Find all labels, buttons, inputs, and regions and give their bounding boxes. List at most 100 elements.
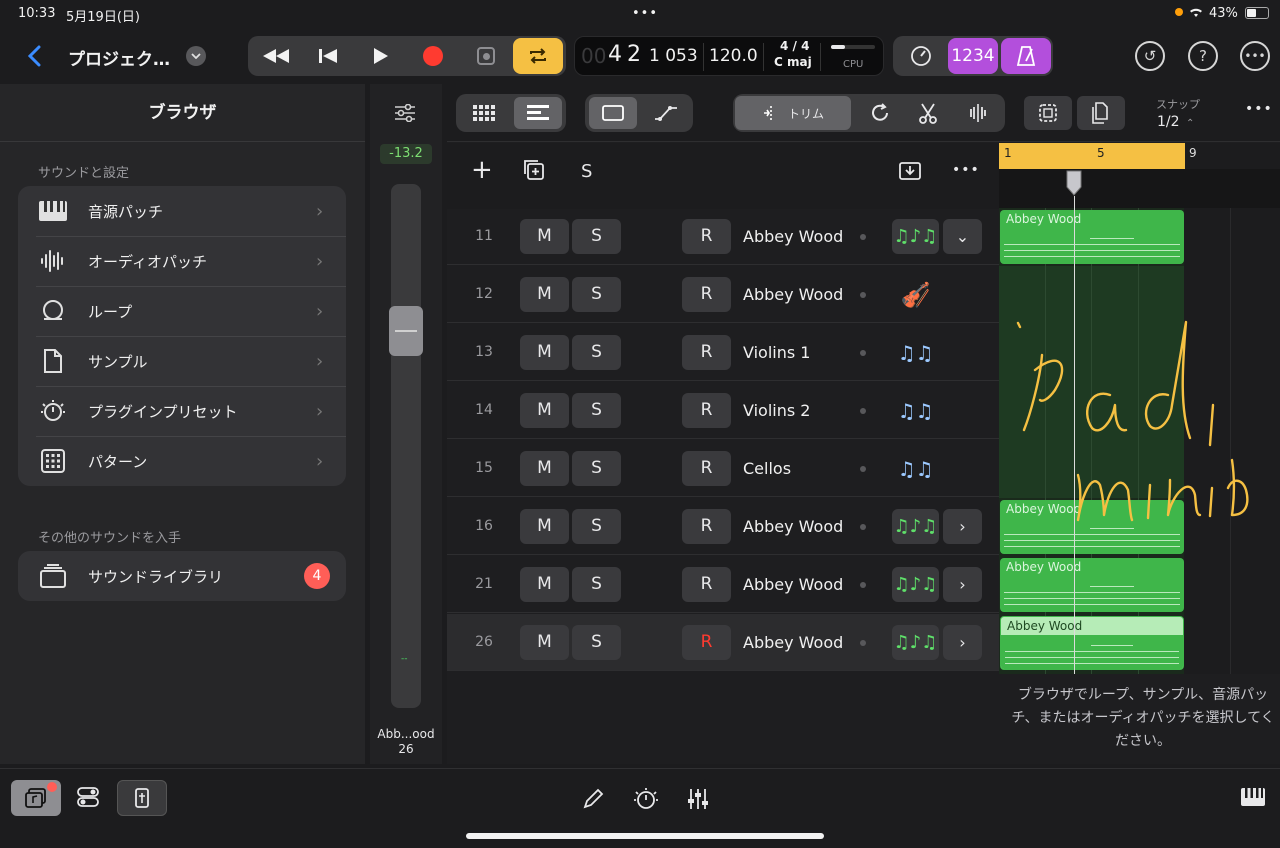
track-row[interactable]: 21 M S R Abbey Wood ♫♪♫ › xyxy=(447,556,999,613)
record-enable-button[interactable]: R xyxy=(682,567,731,602)
browser-item-plugin-presets[interactable]: プラグインプリセット › xyxy=(18,386,346,436)
browser-toggle-button[interactable] xyxy=(11,780,61,816)
multitask-dots[interactable]: ••• xyxy=(632,6,658,21)
mixer-settings-icon[interactable] xyxy=(394,103,416,126)
browser-item-samples[interactable]: サンプル › xyxy=(18,336,346,386)
tracks-view-icon[interactable] xyxy=(514,97,562,129)
midi-region-selected[interactable]: Abbey Wood xyxy=(1000,616,1184,670)
record-icon[interactable] xyxy=(413,40,453,72)
cycle-region[interactable] xyxy=(999,143,1185,169)
chevron-right-icon[interactable]: › xyxy=(943,567,982,602)
solo-button[interactable]: S xyxy=(572,509,621,544)
editor-panel-icon[interactable] xyxy=(589,97,637,129)
track-options-icon[interactable]: ••• xyxy=(952,162,980,178)
grid-view-icon[interactable] xyxy=(460,97,508,129)
copy-paste-icon[interactable] xyxy=(1077,96,1125,130)
browser-item-audio-patch[interactable]: オーディオパッチ › xyxy=(18,236,346,286)
record-enable-button[interactable]: R xyxy=(682,335,731,370)
violins-icon[interactable]: ♫♫ xyxy=(892,335,939,370)
solo-button[interactable]: S xyxy=(572,335,621,370)
violin-ensemble-icon[interactable]: ♫♪♫ xyxy=(892,625,939,660)
track-row[interactable]: 12 M S R Abbey Wood 🎻 xyxy=(447,266,999,323)
mixer-icon[interactable] xyxy=(686,787,710,815)
smart-controls-toggle-icon[interactable] xyxy=(76,786,100,812)
chevron-right-icon[interactable]: › xyxy=(943,509,982,544)
mute-button[interactable]: M xyxy=(520,277,569,312)
track-name[interactable]: Violins 1 xyxy=(743,324,810,381)
solo-button[interactable]: S xyxy=(572,567,621,602)
snap-value-select[interactable]: 1/2 ⌃ xyxy=(1157,114,1194,130)
track-name[interactable]: Violins 2 xyxy=(743,382,810,439)
record-enable-button[interactable]: R xyxy=(682,625,731,660)
track-name[interactable]: Abbey Wood xyxy=(743,498,843,555)
track-name[interactable]: Cellos xyxy=(743,440,791,497)
record-enable-button[interactable]: R xyxy=(682,393,731,428)
solo-button[interactable]: S xyxy=(572,451,621,486)
midi-region[interactable]: Abbey Wood xyxy=(1000,210,1184,264)
chevron-down-icon[interactable]: ⌄ xyxy=(943,219,982,254)
import-icon[interactable] xyxy=(899,160,921,184)
record-enable-button[interactable]: R xyxy=(682,509,731,544)
trim-tool-button[interactable]: トリム xyxy=(735,96,851,130)
record-enable-button[interactable]: R xyxy=(682,451,731,486)
volume-fader-knob[interactable] xyxy=(389,306,423,356)
record-enable-button[interactable]: R xyxy=(682,277,731,312)
track-name[interactable]: Abbey Wood xyxy=(743,556,843,613)
metronome-button[interactable] xyxy=(1001,38,1051,74)
rewind-icon[interactable] xyxy=(256,40,296,72)
record-enable-button[interactable]: R xyxy=(682,219,731,254)
sound-library-item[interactable]: サウンドライブラリ 4 xyxy=(18,551,346,601)
more-icon[interactable]: ••• xyxy=(1245,101,1273,117)
duplicate-track-icon[interactable] xyxy=(523,159,545,185)
count-in-button[interactable]: 1234 xyxy=(948,38,998,74)
track-name[interactable]: Abbey Wood xyxy=(743,266,843,323)
automation-icon[interactable] xyxy=(643,97,689,129)
project-menu-chevron-icon[interactable] xyxy=(186,46,206,66)
mute-button[interactable]: M xyxy=(520,567,569,602)
violin-ensemble-icon[interactable]: ♫♪♫ xyxy=(892,219,939,254)
violins-icon[interactable]: ♫♫ xyxy=(892,393,939,428)
solo-button[interactable]: S xyxy=(572,393,621,428)
keyboard-icon[interactable] xyxy=(1240,787,1266,811)
playhead-handle[interactable] xyxy=(1065,170,1083,196)
back-chevron-icon[interactable] xyxy=(22,42,46,70)
undo-icon[interactable]: ↺ xyxy=(1135,41,1165,71)
play-icon[interactable] xyxy=(361,40,401,72)
home-indicator[interactable] xyxy=(466,833,824,839)
track-row[interactable]: 15 M S R Cellos ♫♫ xyxy=(447,440,999,497)
marquee-select-icon[interactable] xyxy=(1024,96,1072,130)
track-row[interactable]: 14 M S R Violins 2 ♫♫ xyxy=(447,382,999,439)
solo-button[interactable]: S xyxy=(572,625,621,660)
violins-icon[interactable]: ♫♫ xyxy=(892,451,939,486)
project-title[interactable]: プロジェク… xyxy=(68,45,170,70)
midi-region[interactable]: Abbey Wood xyxy=(1000,558,1184,612)
mute-button[interactable]: M xyxy=(520,509,569,544)
solo-all-label[interactable]: S xyxy=(581,161,592,182)
solo-button[interactable]: S xyxy=(572,219,621,254)
volume-fader-track[interactable]: -- xyxy=(389,184,423,708)
mute-button[interactable]: M xyxy=(520,451,569,486)
loop-tool-icon[interactable] xyxy=(857,96,903,130)
track-row-selected[interactable]: 26 M S R Abbey Wood ♫♪♫ › xyxy=(447,614,999,671)
lcd-display[interactable]: 00 4 2 1 053 120.0 4 / 4 C maj CPU xyxy=(574,36,884,76)
violin-ensemble-icon[interactable]: ♫♪♫ xyxy=(892,509,939,544)
more-options-icon[interactable]: ••• xyxy=(1240,41,1270,71)
ruler[interactable] xyxy=(1185,143,1280,169)
violin-ensemble-icon[interactable]: ♫♪♫ xyxy=(892,567,939,602)
browser-item-loops[interactable]: ループ › xyxy=(18,286,346,336)
violin-icon[interactable]: 🎻 xyxy=(892,277,939,312)
go-to-start-icon[interactable] xyxy=(308,40,348,72)
track-row[interactable]: 13 M S R Violins 1 ♫♫ xyxy=(447,324,999,381)
help-icon[interactable]: ? xyxy=(1188,41,1218,71)
mute-button[interactable]: M xyxy=(520,393,569,428)
mute-button[interactable]: M xyxy=(520,219,569,254)
track-name[interactable]: Abbey Wood xyxy=(743,208,843,265)
solo-button[interactable]: S xyxy=(572,277,621,312)
add-track-icon[interactable]: + xyxy=(471,155,493,185)
plugins-dial-icon[interactable] xyxy=(633,787,659,815)
capture-record-icon[interactable] xyxy=(466,40,506,72)
join-tool-icon[interactable] xyxy=(955,96,1001,130)
tuner-gauge-icon[interactable] xyxy=(903,40,939,72)
cycle-loop-button[interactable] xyxy=(513,38,563,74)
inspector-toggle-button[interactable] xyxy=(117,780,167,816)
